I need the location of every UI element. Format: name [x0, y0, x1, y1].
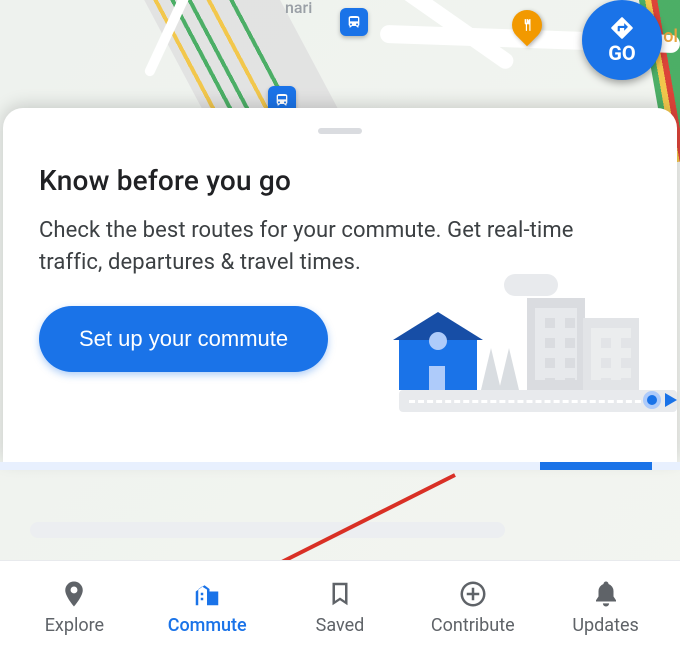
sheet-drag-handle[interactable] [318, 128, 362, 134]
sheet-subtitle: Check the best routes for your commute. … [39, 215, 641, 278]
nav-label: Updates [572, 615, 638, 636]
plus-circle-icon [458, 579, 488, 609]
setup-commute-button[interactable]: Set up your commute [39, 306, 328, 372]
setup-commute-label: Set up your commute [79, 326, 288, 352]
nav-contribute[interactable]: Contribute [413, 579, 533, 636]
nav-label: Commute [168, 615, 247, 636]
buildings-icon [192, 579, 222, 609]
bookmark-icon [325, 579, 355, 609]
go-label: GO [608, 41, 635, 65]
bell-icon [591, 579, 621, 609]
nav-commute[interactable]: Commute [147, 579, 267, 636]
street-label: nari [285, 0, 312, 17]
nav-updates[interactable]: Updates [546, 579, 666, 636]
nav-label: Saved [316, 615, 365, 636]
go-directions-button[interactable]: GO [582, 0, 662, 80]
street-label: ol [663, 26, 678, 47]
pin-icon [59, 579, 89, 609]
bottom-nav: Explore Commute Saved Contribute Updates [0, 560, 680, 650]
sheet-title: Know before you go [39, 164, 641, 197]
nav-explore[interactable]: Explore [14, 579, 134, 636]
scroll-indicator [0, 462, 680, 470]
nav-label: Contribute [431, 615, 515, 636]
transit-stop-marker[interactable] [340, 8, 368, 36]
commute-illustration [399, 282, 659, 412]
loading-placeholder [30, 522, 505, 538]
commute-sheet: Know before you go Check the best routes… [3, 108, 677, 462]
nav-saved[interactable]: Saved [280, 579, 400, 636]
nav-label: Explore [45, 615, 104, 636]
